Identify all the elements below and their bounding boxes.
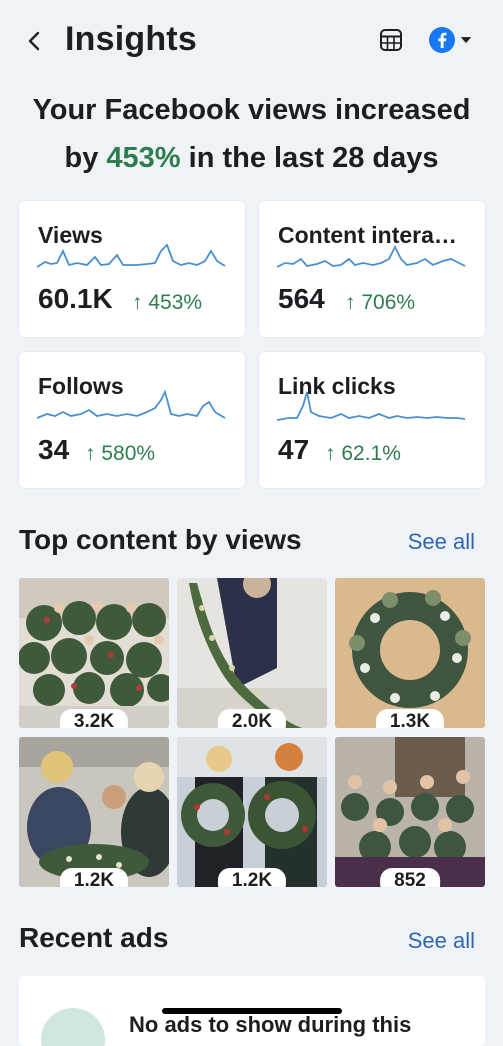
top-bar: Insights — [0, 0, 503, 84]
metric-value: 47 — [278, 434, 310, 465]
table-icon[interactable] — [378, 27, 404, 53]
metric-change: ↑ 706% — [345, 291, 415, 315]
metric-change-value: 62.1% — [341, 442, 401, 465]
top-content-item[interactable]: 2.0K — [177, 578, 327, 728]
facebook-icon — [429, 27, 455, 53]
post-thumbnail-image — [177, 578, 327, 728]
post-thumbnail-image — [335, 737, 485, 887]
content-interactions-sparkline — [277, 244, 466, 268]
views-badge: 1.2K — [217, 868, 287, 887]
top-content-item[interactable]: 1.3K — [335, 578, 485, 728]
metric-value: 564 — [278, 283, 325, 314]
up-arrow-icon: ↑ — [345, 291, 356, 314]
post-thumbnail-image — [19, 578, 169, 728]
top-content-title: Top content by views — [19, 524, 302, 555]
recent-ads-see-all-link[interactable]: See all — [408, 928, 475, 954]
top-content-see-all-link[interactable]: See all — [408, 529, 475, 555]
up-arrow-icon: ↑ — [325, 442, 336, 465]
post-thumbnail-image — [335, 578, 485, 728]
post-thumbnail-image — [19, 737, 169, 887]
top-content-item[interactable]: 852 — [335, 737, 485, 887]
metric-change-value: 453% — [148, 291, 203, 314]
page-title: Insights — [65, 20, 197, 58]
views-badge: 3.2K — [59, 709, 129, 728]
metric-change: ↑ 453% — [132, 291, 202, 315]
views-badge: 1.2K — [59, 868, 129, 887]
home-indicator[interactable] — [162, 1008, 342, 1014]
ads-illustration-icon — [41, 1008, 105, 1046]
metric-change-value: 706% — [361, 291, 416, 314]
post-thumbnail-image — [177, 737, 327, 887]
top-content-item[interactable]: 1.2K — [177, 737, 327, 887]
follows-sparkline — [37, 389, 226, 419]
platform-switcher[interactable] — [428, 26, 476, 54]
metric-card-content-interactions[interactable]: Content interactions 564 ↑ 706% — [259, 201, 485, 337]
metric-change-value: 580% — [101, 442, 156, 465]
metric-value: 34 — [38, 434, 70, 465]
views-badge: 1.3K — [375, 709, 445, 728]
headline-suffix: in the last 28 days — [180, 142, 439, 174]
metric-value: 60.1K — [38, 283, 113, 314]
metric-change: ↑ 62.1% — [325, 442, 401, 466]
link-clicks-sparkline — [277, 391, 466, 421]
headline-prefix: by — [64, 142, 107, 174]
views-badge: 852 — [380, 868, 440, 887]
metric-change: ↑ 580% — [85, 442, 155, 466]
up-arrow-icon: ↑ — [132, 291, 143, 314]
top-content-item[interactable]: 3.2K — [19, 578, 169, 728]
chevron-left-icon[interactable] — [22, 26, 48, 56]
insights-headline: Your Facebook views increased by 453% in… — [0, 86, 503, 182]
top-content-item[interactable]: 1.2K — [19, 737, 169, 887]
headline-percent: 453% — [106, 142, 181, 174]
recent-ads-title: Recent ads — [19, 922, 169, 953]
headline-line-2: by 453% in the last 28 days — [0, 134, 503, 182]
views-badge: 2.0K — [217, 709, 287, 728]
no-ads-message: No ads to show during this — [129, 1012, 412, 1037]
caret-down-icon — [460, 37, 472, 44]
views-sparkline — [37, 243, 226, 268]
metric-card-link-clicks[interactable]: Link clicks 47 ↑ 62.1% — [259, 352, 485, 488]
up-arrow-icon: ↑ — [85, 442, 96, 465]
headline-line-1: Your Facebook views increased — [32, 94, 471, 126]
metric-card-follows[interactable]: Follows 34 ↑ 580% — [19, 352, 245, 488]
metric-card-views[interactable]: Views 60.1K ↑ 453% — [19, 201, 245, 337]
